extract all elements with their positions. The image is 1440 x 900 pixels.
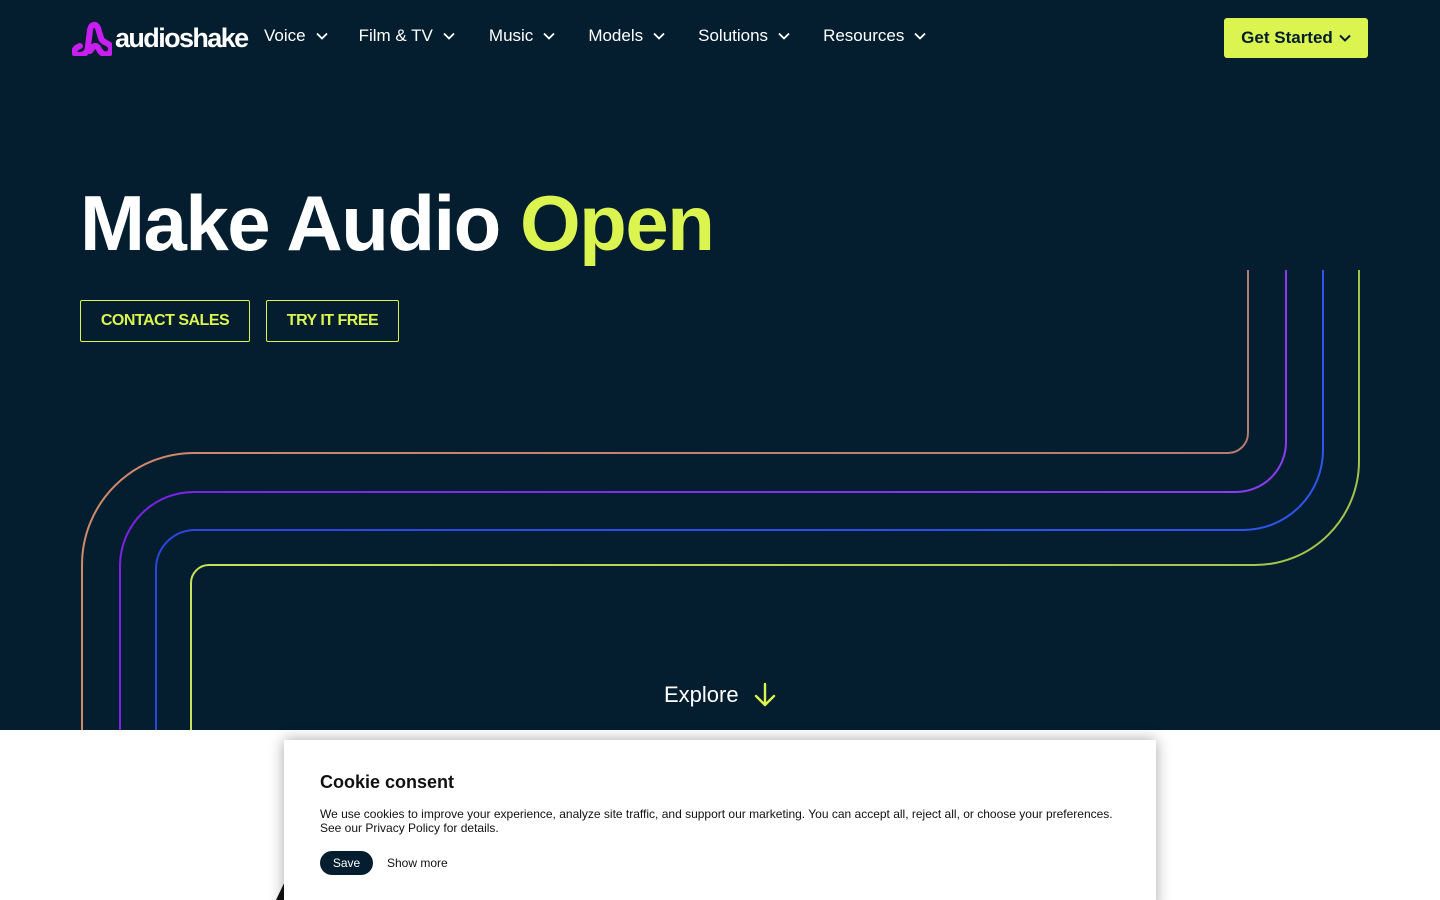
nav-item-label: Resources xyxy=(823,26,905,45)
hero-section: audioshake Voice Film & TV Music Models … xyxy=(0,0,1440,730)
chevron-down-icon xyxy=(443,32,455,40)
chevron-down-icon xyxy=(914,32,926,40)
brand-name: audioshake xyxy=(115,22,249,53)
nav-item-label: Voice xyxy=(264,26,306,45)
cookie-consent-dialog: Cookie consent We use cookies to improve… xyxy=(284,740,1156,900)
nav-item-label: Solutions xyxy=(698,26,769,45)
headline-accent: Open xyxy=(520,179,715,267)
cookie-text: We use cookies to improve your experienc… xyxy=(320,807,1113,835)
save-button[interactable]: Save xyxy=(320,851,373,875)
chevron-down-icon xyxy=(653,32,665,40)
chevron-down-icon xyxy=(778,32,790,40)
decorative-lines xyxy=(81,270,1360,730)
nav-item-music[interactable]: Music xyxy=(489,24,555,48)
nav-item-label: Music xyxy=(488,26,534,45)
show-more-button[interactable]: Show more xyxy=(387,856,448,870)
explore-label: Explore xyxy=(664,682,739,707)
top-navigation: audioshake Voice Film & TV Music Models … xyxy=(0,0,1440,76)
hero-headline: Make Audio Open xyxy=(80,178,715,269)
nav-item-label: Models xyxy=(588,26,644,45)
arrow-down-icon xyxy=(754,682,775,707)
line-1 xyxy=(81,270,1249,730)
nav-item-voice[interactable]: Voice xyxy=(264,24,328,48)
brand-logo[interactable]: audioshake xyxy=(72,20,249,56)
headline-main: Make Audio xyxy=(80,179,501,267)
chevron-down-icon xyxy=(315,32,328,40)
get-started-label: Get Started xyxy=(1241,28,1333,47)
nav-item-resources[interactable]: Resources xyxy=(823,24,926,48)
nav-item-solutions[interactable]: Solutions xyxy=(698,24,790,48)
nav-item-film-tv[interactable]: Film & TV xyxy=(359,24,455,48)
get-started-button[interactable]: Get Started xyxy=(1224,18,1368,58)
chevron-down-icon xyxy=(1339,34,1351,42)
cookie-actions: Save Show more xyxy=(320,851,1120,875)
contact-sales-button[interactable]: CONTACT SALES xyxy=(80,300,250,342)
try-it-free-button[interactable]: TRY IT FREE xyxy=(266,300,399,342)
nav-menu: Voice Film & TV Music Models Solutions R… xyxy=(264,24,926,48)
nav-item-label: Film & TV xyxy=(358,26,433,45)
audioshake-logo-icon xyxy=(72,21,112,56)
explore-link[interactable]: Explore xyxy=(664,680,776,710)
nav-item-models[interactable]: Models xyxy=(588,24,665,48)
chevron-down-icon xyxy=(543,32,555,40)
cookie-title: Cookie consent xyxy=(320,772,455,792)
